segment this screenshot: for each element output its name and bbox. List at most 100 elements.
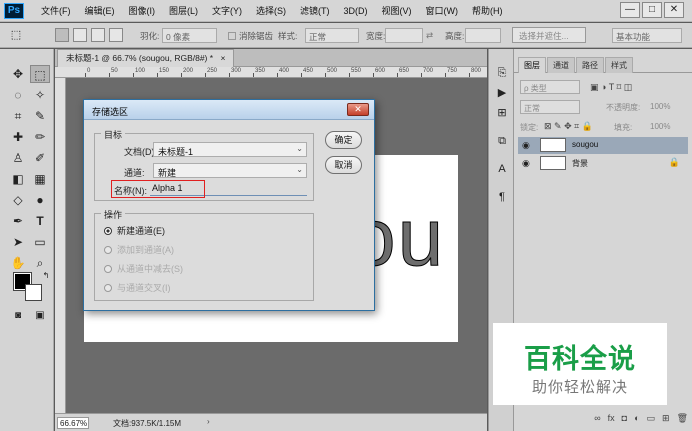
- menu-file[interactable]: 文件(F): [34, 0, 78, 22]
- link-icon[interactable]: ∞: [594, 413, 600, 423]
- eraser-tool-icon[interactable]: ◧: [8, 170, 28, 188]
- paragraph-panel-icon[interactable]: ¶: [494, 189, 510, 205]
- eye-icon[interactable]: ◉: [522, 158, 530, 169]
- menu-filter[interactable]: 滤镜(T): [293, 0, 337, 22]
- tab-paths[interactable]: 路径: [576, 57, 604, 73]
- radio-subtract-from-channel[interactable]: 从通道中减去(S): [104, 262, 183, 275]
- brush-tool-icon[interactable]: ✏: [30, 128, 50, 146]
- folder-icon[interactable]: ▭: [647, 413, 656, 424]
- crop-tool-icon[interactable]: ⌗: [8, 107, 28, 125]
- marquee-tool-icon[interactable]: ⬚: [30, 65, 50, 83]
- menu-3d[interactable]: 3D(D): [337, 0, 375, 22]
- blend-mode-select[interactable]: 正常: [520, 100, 580, 114]
- fill-value[interactable]: 100%: [650, 122, 670, 131]
- feather-input[interactable]: 0 像素: [162, 28, 217, 43]
- adjustment-icon[interactable]: ◐: [634, 413, 639, 423]
- ruler-tick: [421, 73, 422, 77]
- select-and-mask-button[interactable]: 选择并遮住...: [512, 27, 586, 43]
- menu-layer[interactable]: 图层(L): [162, 0, 205, 22]
- document-select[interactable]: 未标题-1 ⌄: [153, 142, 307, 157]
- channel-select[interactable]: 新建 ⌄: [153, 163, 307, 178]
- gradient-tool-icon[interactable]: ▦: [30, 170, 50, 188]
- width-input[interactable]: [385, 28, 423, 43]
- menu-select[interactable]: 选择(S): [249, 0, 293, 22]
- menu-help[interactable]: 帮助(H): [465, 0, 510, 22]
- magic-wand-tool-icon[interactable]: ✧: [30, 86, 50, 104]
- close-tab-icon[interactable]: ×: [220, 53, 225, 63]
- pen-tool-icon[interactable]: ✒: [8, 212, 28, 230]
- radio-icon: [104, 284, 112, 292]
- intersect-selection-mode[interactable]: [109, 28, 123, 42]
- path-selection-tool-icon[interactable]: ➤: [8, 233, 28, 251]
- height-input[interactable]: [465, 28, 501, 43]
- swap-dimensions-icon[interactable]: ⇄: [426, 30, 433, 41]
- background-color-swatch[interactable]: [25, 284, 42, 301]
- dialog-title-bar[interactable]: 存储选区 ✕: [84, 100, 374, 120]
- new-selection-mode[interactable]: [55, 28, 69, 42]
- document-tab[interactable]: 未标题-1 @ 66.7% (sougou, RGB/8#) * ×: [57, 49, 235, 67]
- close-window-button[interactable]: ✕: [664, 2, 684, 18]
- tab-channels[interactable]: 通道: [547, 57, 575, 73]
- layer-kind-filter[interactable]: ρ 类型: [520, 80, 580, 94]
- move-tool-icon[interactable]: ✥: [8, 65, 28, 83]
- eye-icon[interactable]: ◉: [522, 140, 530, 151]
- radio-new-channel[interactable]: 新建通道(E): [104, 224, 165, 237]
- quick-mask-icon[interactable]: ◙: [8, 307, 28, 325]
- cancel-button[interactable]: 取消: [325, 156, 362, 174]
- tools-panel: ✥ ⬚ ◌ ✧ ⌗ ✎ ✚ ✏ ♙ ✐ ◧ ▦ ◇ ● ✒ T ➤ ▭ ✋ ⌕ …: [0, 49, 54, 431]
- dodge-tool-icon[interactable]: ●: [30, 191, 50, 209]
- swap-colors-icon[interactable]: ↰: [36, 267, 56, 285]
- menu-image[interactable]: 图像(I): [122, 0, 163, 22]
- antialias-checkbox[interactable]: 消除锯齿: [228, 30, 273, 42]
- history-brush-tool-icon[interactable]: ✐: [30, 149, 50, 167]
- subtract-selection-mode[interactable]: [91, 28, 105, 42]
- menu-view[interactable]: 视图(V): [375, 0, 419, 22]
- status-menu-arrow[interactable]: ›: [207, 417, 210, 426]
- character-panel-icon[interactable]: A: [494, 161, 510, 177]
- marquee-preset-icon[interactable]: ⬚: [6, 26, 26, 44]
- mask-icon[interactable]: ◘: [622, 413, 627, 423]
- filter-icons[interactable]: ▣ ◑ T ⌑ ◫: [590, 82, 632, 93]
- blur-tool-icon[interactable]: ◇: [8, 191, 28, 209]
- tab-styles[interactable]: 样式: [605, 57, 633, 73]
- eyedropper-tool-icon[interactable]: ✎: [30, 107, 50, 125]
- radio-label: 与通道交叉(I): [117, 283, 171, 293]
- zoom-level-field[interactable]: 66.67%: [57, 417, 89, 429]
- radio-label: 从通道中减去(S): [117, 264, 183, 274]
- style-select[interactable]: 正常: [305, 28, 359, 43]
- workspace-select[interactable]: 基本功能: [612, 28, 682, 43]
- hand-tool-icon[interactable]: ✋: [8, 254, 28, 272]
- layer-row[interactable]: ◉ 背景 🔒: [518, 155, 688, 172]
- healing-brush-tool-icon[interactable]: ✚: [8, 128, 28, 146]
- add-selection-mode[interactable]: [73, 28, 87, 42]
- clone-stamp-tool-icon[interactable]: ♙: [8, 149, 28, 167]
- trash-icon[interactable]: 🗑: [677, 413, 688, 424]
- minimize-button[interactable]: —: [620, 2, 640, 18]
- tab-layers[interactable]: 图层: [518, 57, 546, 73]
- opacity-value[interactable]: 100%: [650, 102, 670, 111]
- layer-thumbnail: [540, 156, 566, 170]
- layer-row[interactable]: ◉ sougou: [518, 137, 688, 154]
- properties-panel-icon[interactable]: ⊞: [494, 105, 510, 121]
- new-layer-icon[interactable]: ⊞: [662, 413, 670, 424]
- options-bar: ⬚ 羽化: 0 像素 消除锯齿 样式: 正常 宽度: ⇄ 高度: 选择并遮住..…: [0, 23, 692, 48]
- lasso-tool-icon[interactable]: ◌: [8, 86, 28, 104]
- lock-icons[interactable]: ⊠ ✎ ✥ ⌗ 🔒: [544, 121, 593, 132]
- fill-label: 填充:: [614, 123, 633, 132]
- menu-type[interactable]: 文字(Y): [205, 0, 249, 22]
- menu-window[interactable]: 窗口(W): [419, 0, 466, 22]
- history-panel-icon[interactable]: ⎘: [494, 65, 510, 81]
- screen-mode-icon[interactable]: ▣: [30, 307, 50, 325]
- document-tab-title: 未标题-1 @ 66.7% (sougou, RGB/8#) *: [66, 53, 214, 63]
- radio-add-to-channel[interactable]: 添加到通道(A): [104, 243, 174, 256]
- fx-icon[interactable]: fx: [608, 413, 615, 423]
- menu-edit[interactable]: 编辑(E): [78, 0, 122, 22]
- clone-source-panel-icon[interactable]: ⧉: [494, 133, 510, 149]
- restore-button[interactable]: □: [642, 2, 662, 18]
- ok-button[interactable]: 确定: [325, 131, 362, 149]
- rectangle-tool-icon[interactable]: ▭: [30, 233, 50, 251]
- actions-panel-icon[interactable]: ▶: [494, 85, 510, 101]
- radio-intersect-channel[interactable]: 与通道交叉(I): [104, 281, 171, 294]
- dialog-close-button[interactable]: ✕: [347, 103, 369, 116]
- type-tool-icon[interactable]: T: [30, 212, 50, 230]
